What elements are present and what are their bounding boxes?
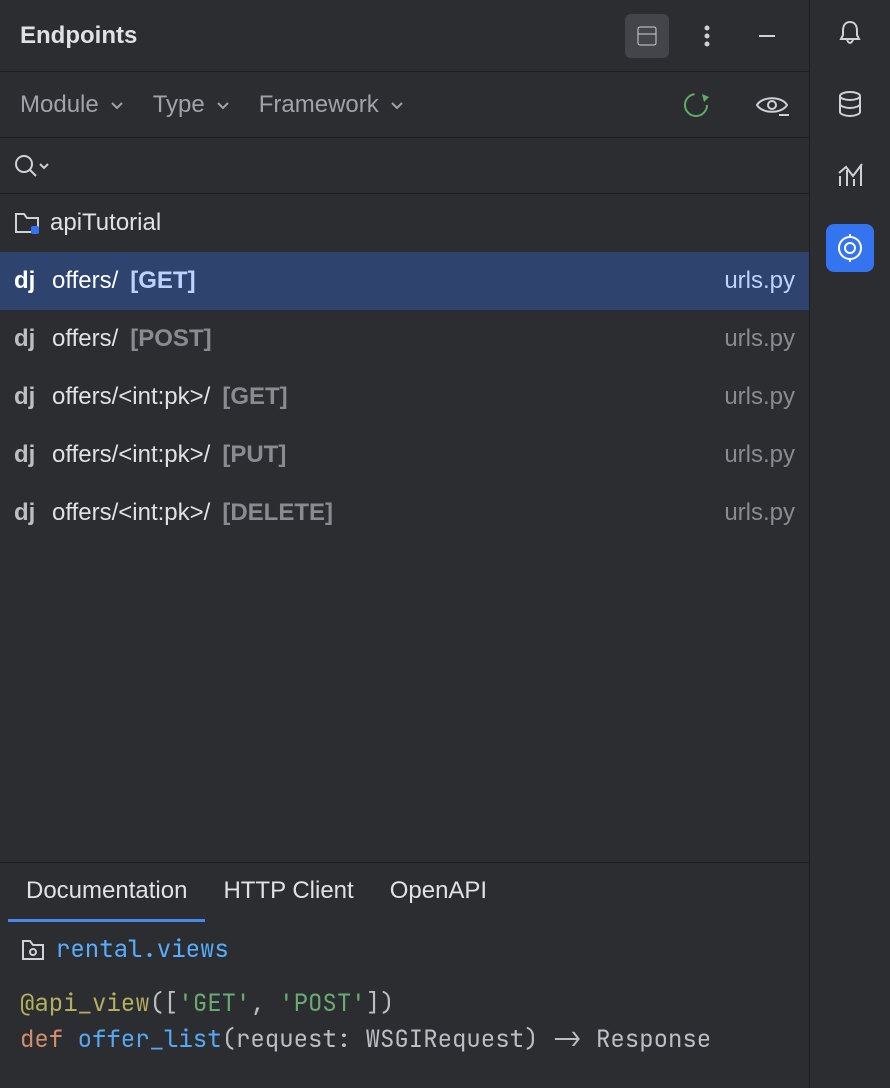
framework-tag: dj — [14, 383, 40, 411]
minimize-button[interactable] — [745, 14, 789, 58]
chevron-down-icon — [109, 97, 125, 113]
endpoint-path: offers/ — [52, 325, 118, 353]
type-filter[interactable]: Type — [153, 91, 231, 119]
endpoint-file: urls.py — [724, 267, 795, 295]
doc-tab[interactable]: HTTP Client — [205, 863, 371, 922]
right-tool-rail — [810, 0, 890, 1088]
endpoint-file: urls.py — [724, 441, 795, 469]
endpoint-method: [POST] — [130, 325, 211, 353]
chevron-down-icon — [38, 160, 50, 172]
project-root[interactable]: apiTutorial — [0, 194, 809, 252]
bell-icon — [836, 18, 864, 46]
endpoint-method: [GET] — [222, 383, 287, 411]
database-icon — [836, 90, 864, 118]
endpoint-row[interactable]: dj offers/<int:pk>/ [GET] urls.py — [0, 368, 809, 426]
search-icon — [12, 152, 40, 180]
panel-header-controls — [625, 14, 789, 58]
filter-bar: Module Type Framework — [0, 72, 809, 138]
analytics-button[interactable] — [826, 152, 874, 200]
endpoint-file: urls.py — [724, 325, 795, 353]
endpoint-path: offers/ — [52, 267, 118, 295]
endpoints-icon — [836, 234, 864, 262]
search-bar[interactable] — [0, 138, 809, 194]
panel-header: Endpoints — [0, 0, 809, 72]
endpoints-panel: Endpoints Module Type Framework — [0, 0, 810, 1088]
endpoint-method: [PUT] — [222, 441, 286, 469]
endpoint-row[interactable]: dj offers/ [POST] urls.py — [0, 310, 809, 368]
endpoint-method: [DELETE] — [222, 499, 333, 527]
notifications-button[interactable] — [826, 8, 874, 56]
doc-tab[interactable]: OpenAPI — [372, 863, 505, 922]
documentation-panel: rental.views @api_view(['GET', 'POST']) … — [0, 922, 809, 1088]
framework-tag: dj — [14, 441, 40, 469]
refresh-endpoints-button[interactable] — [681, 90, 711, 120]
framework-tag: dj — [14, 325, 40, 353]
module-link[interactable]: rental.views — [56, 932, 229, 968]
preview-visibility-button[interactable] — [755, 93, 789, 117]
more-options-button[interactable] — [685, 14, 729, 58]
endpoint-method: [GET] — [130, 267, 195, 295]
module-filter-label: Module — [20, 91, 99, 119]
endpoint-row[interactable]: dj offers/ [GET] urls.py — [0, 252, 809, 310]
endpoint-path: offers/<int:pk>/ — [52, 441, 210, 469]
endpoint-tree: apiTutorial djoffers/[GET]urls.pydjoffer… — [0, 194, 809, 862]
chevron-down-icon — [215, 97, 231, 113]
module-filter[interactable]: Module — [20, 91, 125, 119]
endpoint-row[interactable]: dj offers/<int:pk>/ [DELETE] urls.py — [0, 484, 809, 542]
endpoint-path: offers/<int:pk>/ — [52, 499, 210, 527]
project-name: apiTutorial — [50, 209, 161, 237]
code-preview: @api_view(['GET', 'POST']) def offer_lis… — [20, 986, 789, 1058]
panel-title: Endpoints — [20, 22, 625, 50]
type-filter-label: Type — [153, 91, 205, 119]
endpoints-tool-button[interactable] — [826, 224, 874, 272]
chevron-down-icon — [389, 97, 405, 113]
framework-tag: dj — [14, 267, 40, 295]
endpoint-path: offers/<int:pk>/ — [52, 383, 210, 411]
folder-icon — [14, 210, 40, 236]
chart-icon — [836, 162, 864, 190]
framework-filter[interactable]: Framework — [259, 91, 405, 119]
endpoint-row[interactable]: dj offers/<int:pk>/ [PUT] urls.py — [0, 426, 809, 484]
endpoint-file: urls.py — [724, 499, 795, 527]
database-button[interactable] — [826, 80, 874, 128]
endpoint-file: urls.py — [724, 383, 795, 411]
layout-toggle-button[interactable] — [625, 14, 669, 58]
framework-tag: dj — [14, 499, 40, 527]
module-icon — [20, 937, 46, 963]
doc-tab[interactable]: Documentation — [8, 863, 205, 922]
doc-tabs: DocumentationHTTP ClientOpenAPI — [0, 862, 809, 922]
framework-filter-label: Framework — [259, 91, 379, 119]
